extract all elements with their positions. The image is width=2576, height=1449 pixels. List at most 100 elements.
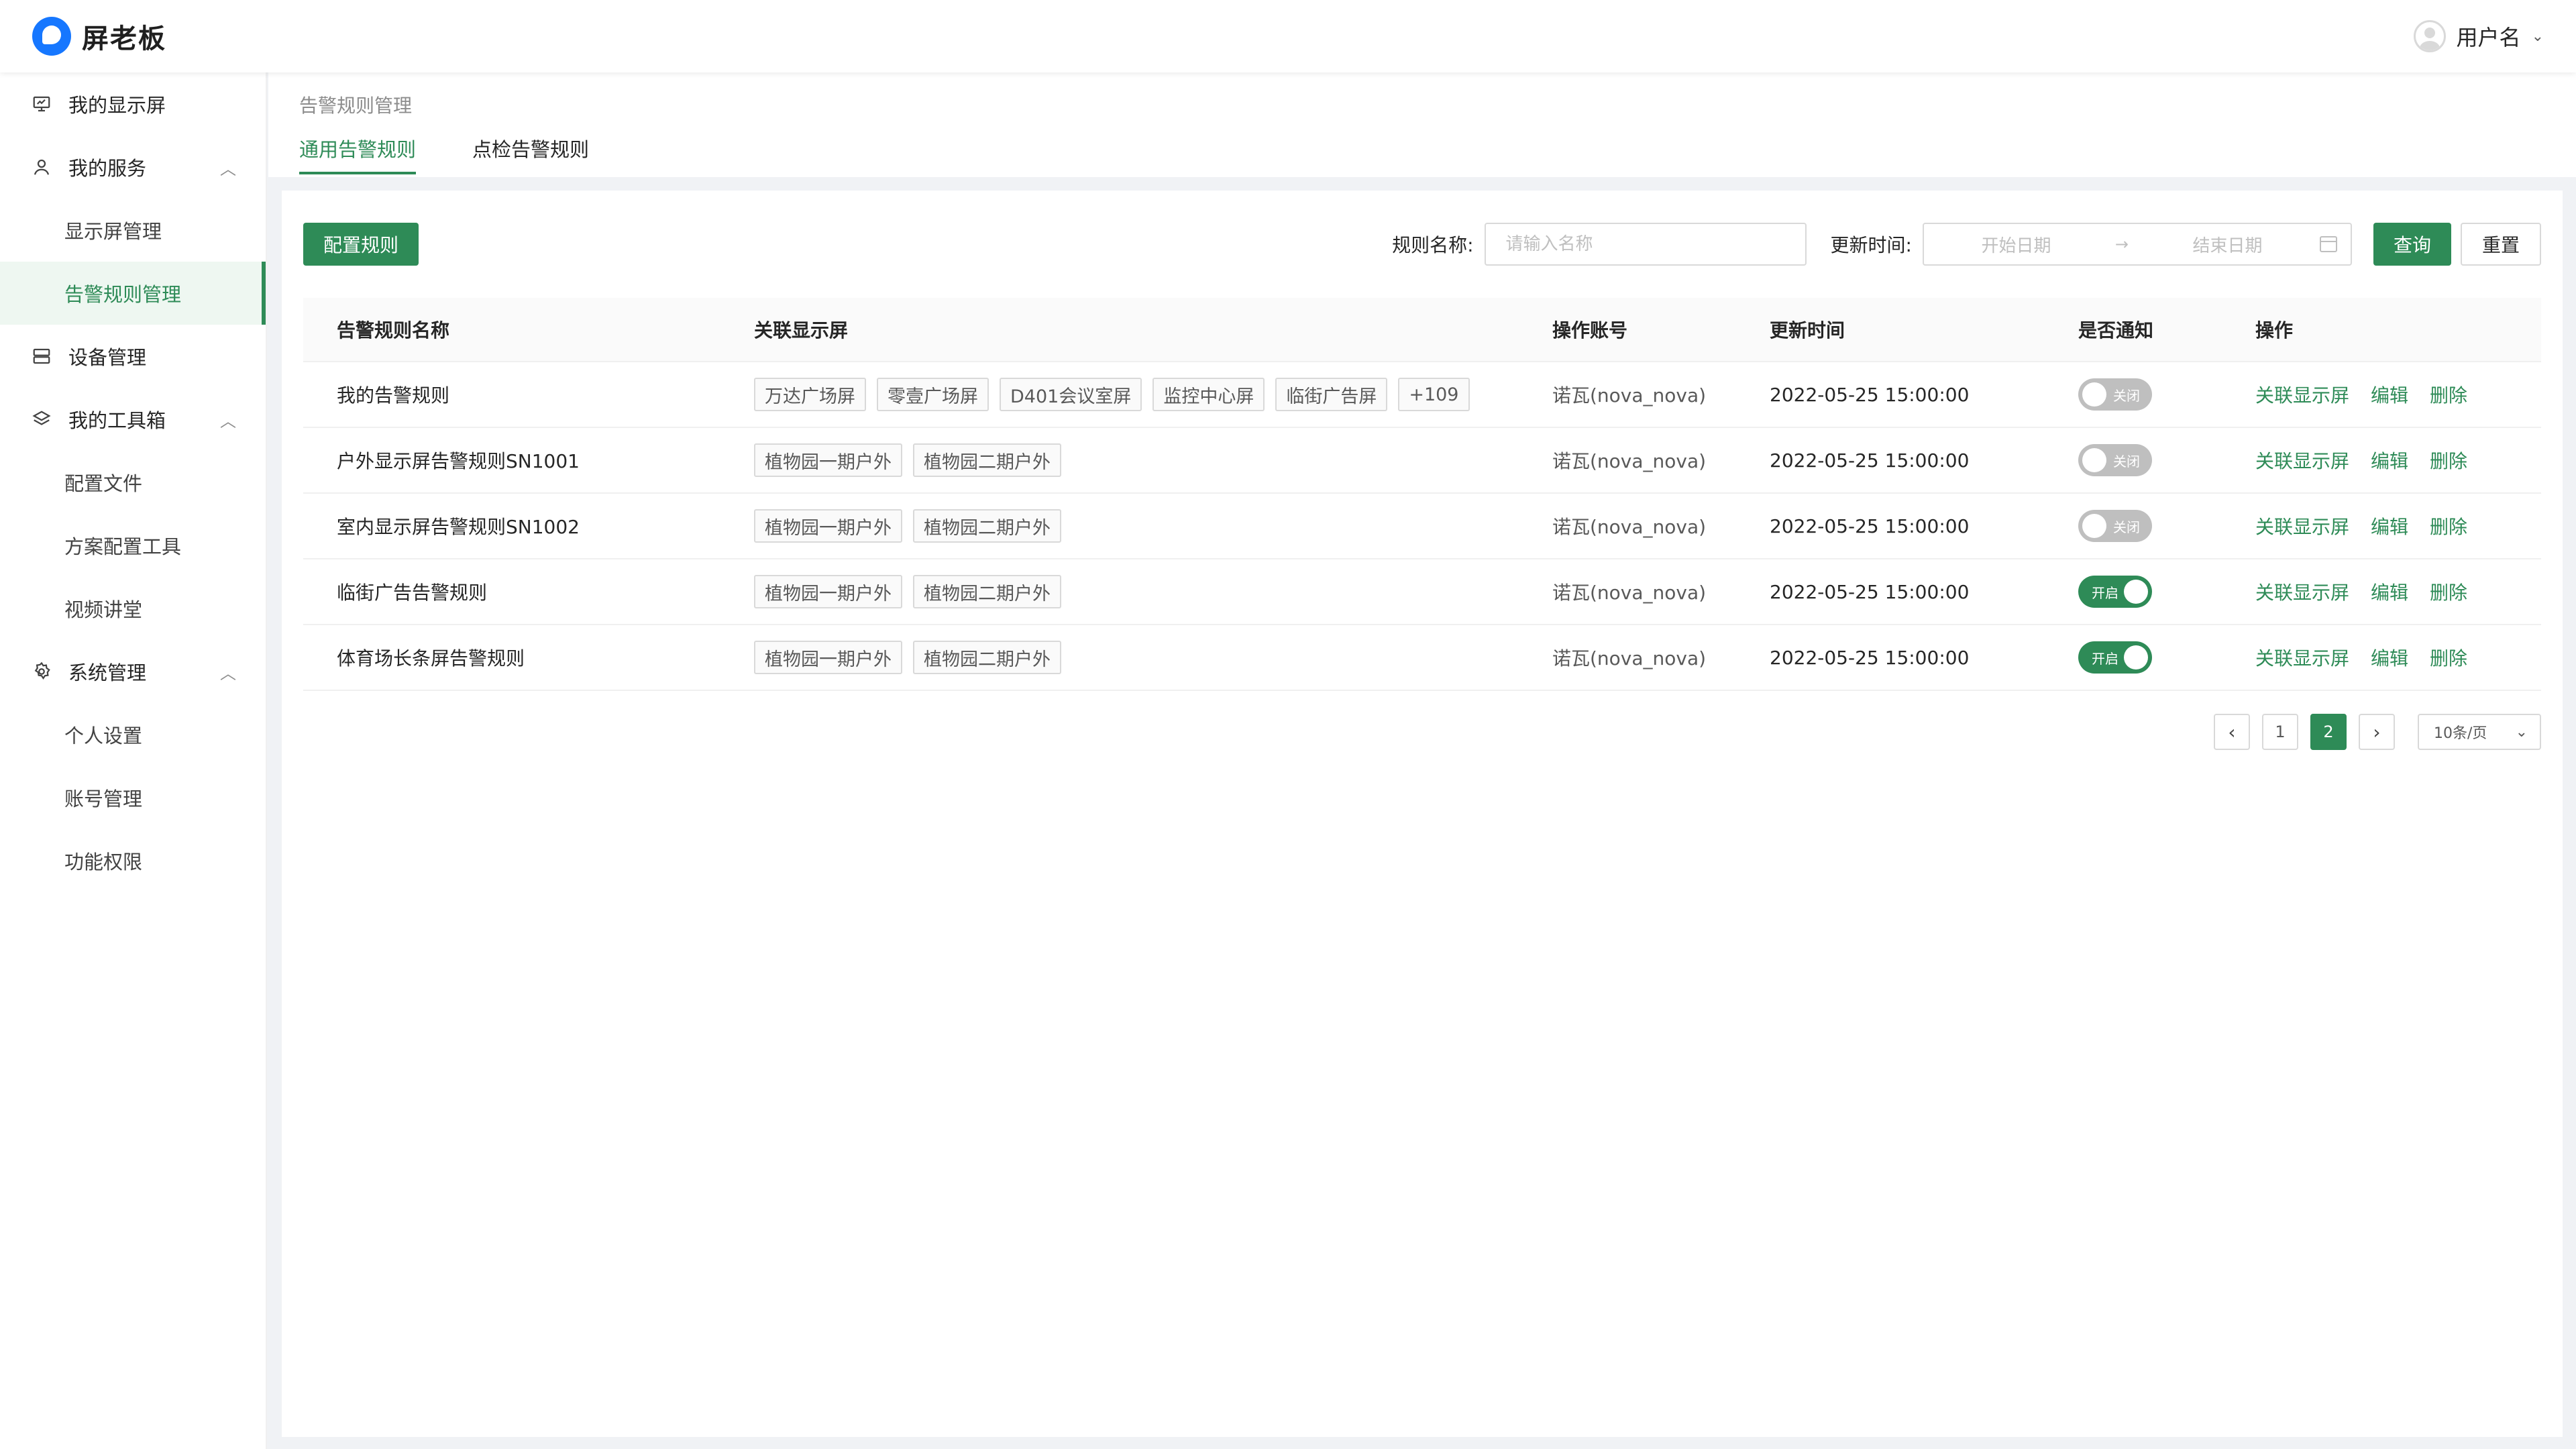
top-header: 屏老板 用户名 ⌄ [0, 0, 2576, 72]
notify-toggle[interactable]: 开启 [2078, 576, 2152, 608]
rule-name-label: 规则名称: [1392, 234, 1474, 256]
sidebar-item-my-screens[interactable]: 我的显示屏 [0, 72, 266, 136]
notify-cell: 关闭 [2078, 510, 2255, 542]
link-screens-action[interactable]: 关联显示屏 [2255, 578, 2349, 605]
sidebar-item-label: 我的显示屏 [68, 94, 166, 117]
notify-cell: 关闭 [2078, 444, 2255, 476]
edit-action[interactable]: 编辑 [2371, 381, 2408, 408]
prev-page-button[interactable]: ‹ [2214, 714, 2250, 750]
sidebar-item-video-tutorials[interactable]: 视频讲堂 [0, 577, 266, 640]
sidebar-item-screen-management[interactable]: 显示屏管理 [0, 199, 266, 262]
sidebar-item-device-management[interactable]: 设备管理 [0, 325, 266, 388]
page-button-2[interactable]: 2 [2310, 714, 2347, 750]
page-size-select[interactable]: 10条/页 ⌄ [2418, 714, 2541, 750]
screen-tag: 临街广告屏 [1275, 378, 1388, 411]
date-range-picker[interactable]: 开始日期 → 结束日期 [1922, 223, 2352, 266]
user-menu[interactable]: 用户名 ⌄ [2413, 20, 2544, 52]
sidebar-item-system-management[interactable]: 系统管理 ︿ [0, 640, 266, 703]
account-cell: 诺瓦(nova_nova) [1552, 647, 1707, 669]
page-header: 告警规则管理 通用告警规则 点检告警规则 [268, 72, 2576, 177]
next-page-button[interactable]: › [2359, 714, 2395, 750]
brand-name: 屏老板 [82, 23, 166, 54]
end-date-field[interactable]: 结束日期 [2135, 232, 2320, 257]
sidebar-item-account-management[interactable]: 账号管理 [0, 766, 266, 829]
update-time-cell: 2022-05-25 15:00:00 [1770, 580, 1970, 603]
start-date-field[interactable]: 开始日期 [1924, 232, 2108, 257]
sidebar-item-label: 个人设置 [64, 724, 143, 747]
logo-icon [32, 17, 71, 56]
notify-toggle[interactable]: 关闭 [2078, 444, 2152, 476]
actions-cell: 关联显示屏 编辑 删除 [2255, 513, 2541, 539]
chevron-up-icon: ︿ [220, 159, 236, 178]
delete-action[interactable]: 删除 [2430, 578, 2467, 605]
sidebar-item-alert-rule-management[interactable]: 告警规则管理 [0, 262, 266, 325]
sidebar-item-label: 显示屏管理 [64, 220, 162, 243]
sidebar-item-config-files[interactable]: 配置文件 [0, 451, 266, 514]
toggle-knob [2082, 448, 2106, 472]
reset-button[interactable]: 重置 [2460, 223, 2541, 266]
link-screens-action[interactable]: 关联显示屏 [2255, 381, 2349, 408]
sidebar-item-label: 系统管理 [68, 661, 147, 684]
linked-screens-cell: 万达广场屏 零壹广场屏 D401会议室屏 监控中心屏 临街广告屏 +109 [754, 378, 1552, 411]
edit-action[interactable]: 编辑 [2371, 644, 2408, 671]
update-time-cell: 2022-05-25 15:00:00 [1770, 449, 1970, 472]
update-time-cell: 2022-05-25 15:00:00 [1770, 515, 1970, 537]
screen-tag: 植物园二期户外 [913, 575, 1061, 608]
edit-action[interactable]: 编辑 [2371, 578, 2408, 605]
sidebar-item-label: 功能权限 [64, 851, 143, 873]
screen-tag: 植物园二期户外 [913, 641, 1061, 674]
sidebar-item-personal-settings[interactable]: 个人设置 [0, 703, 266, 766]
toggle-text: 开启 [2092, 584, 2118, 601]
rule-name-cell: 临街广告告警规则 [337, 582, 488, 604]
linked-screens-cell: 植物园一期户外 植物园二期户外 [754, 443, 1552, 477]
tab-general-rules[interactable]: 通用告警规则 [299, 134, 417, 174]
toggle-knob [2124, 580, 2148, 604]
sidebar-item-label: 视频讲堂 [64, 598, 143, 621]
sidebar-item-solution-config-tool[interactable]: 方案配置工具 [0, 514, 266, 577]
filter-bar: 规则名称: 更新时间: 开始日期 → 结束日期 查询 重置 [1392, 223, 2541, 266]
link-screens-action[interactable]: 关联显示屏 [2255, 644, 2349, 671]
rule-name-cell: 体育场长条屏告警规则 [337, 647, 525, 669]
link-screens-action[interactable]: 关联显示屏 [2255, 447, 2349, 474]
screen-tag: D401会议室屏 [1000, 378, 1142, 411]
account-cell: 诺瓦(nova_nova) [1552, 582, 1707, 604]
calendar-icon [2319, 236, 2337, 252]
page-button-1[interactable]: 1 [2262, 714, 2298, 750]
table-row: 户外显示屏告警规则SN1001 植物园一期户外 植物园二期户外 诺瓦(nova_nov… [303, 428, 2541, 494]
toggle-text: 关闭 [2113, 453, 2140, 470]
rule-name-input[interactable] [1484, 223, 1807, 266]
brand[interactable]: 屏老板 [32, 17, 166, 56]
query-button[interactable]: 查询 [2373, 223, 2451, 266]
delete-action[interactable]: 删除 [2430, 447, 2467, 474]
sidebar-item-my-toolbox[interactable]: 我的工具箱 ︿ [0, 388, 266, 451]
delete-action[interactable]: 删除 [2430, 513, 2467, 539]
screen-tag: 植物园二期户外 [913, 443, 1061, 477]
col-actions: 操作 [2255, 319, 2294, 341]
sidebar: 我的显示屏我的服务 ︿ 显示屏管理告警规则管理设备管理我的工具箱 ︿ 配置文件 方案配置工… [0, 72, 267, 1449]
screen-tag: 植物园一期户外 [754, 575, 902, 608]
col-rule-name: 告警规则名称 [337, 319, 450, 341]
edit-action[interactable]: 编辑 [2371, 447, 2408, 474]
notify-toggle[interactable]: 关闭 [2078, 378, 2152, 411]
config-rule-button[interactable]: 配置规则 [303, 223, 419, 266]
sidebar-item-label: 告警规则管理 [64, 283, 182, 306]
screen-tag: 植物园一期户外 [754, 641, 902, 674]
arrow-right-icon: → [2114, 235, 2129, 254]
sidebar-item-my-services[interactable]: 我的服务 ︿ [0, 136, 266, 199]
sidebar-item-feature-permissions[interactable]: 功能权限 [0, 829, 266, 892]
delete-action[interactable]: 删除 [2430, 644, 2467, 671]
notify-toggle[interactable]: 关闭 [2078, 510, 2152, 542]
delete-action[interactable]: 删除 [2430, 381, 2467, 408]
update-time-cell: 2022-05-25 15:00:00 [1770, 383, 1970, 406]
pagination: ‹ 1 2 › 10条/页 ⌄ [2214, 714, 2541, 750]
col-account: 操作账号 [1552, 319, 1628, 341]
screen-tag: 植物园二期户外 [913, 509, 1061, 543]
table-row: 我的告警规则 万达广场屏 零壹广场屏 D401会议室屏 监控中心屏 临街广告屏 +109 诺瓦… [303, 362, 2541, 428]
edit-action[interactable]: 编辑 [2371, 513, 2408, 539]
col-notify: 是否通知 [2078, 319, 2154, 341]
rules-table: 告警规则名称 关联显示屏 操作账号 更新时间 是否通知 操作 我的告警规则 万达广… [303, 298, 2541, 691]
tab-inspection-rules[interactable]: 点检告警规则 [472, 134, 589, 174]
notify-toggle[interactable]: 开启 [2078, 641, 2152, 674]
sidebar-item-label: 设备管理 [68, 346, 147, 369]
link-screens-action[interactable]: 关联显示屏 [2255, 513, 2349, 539]
